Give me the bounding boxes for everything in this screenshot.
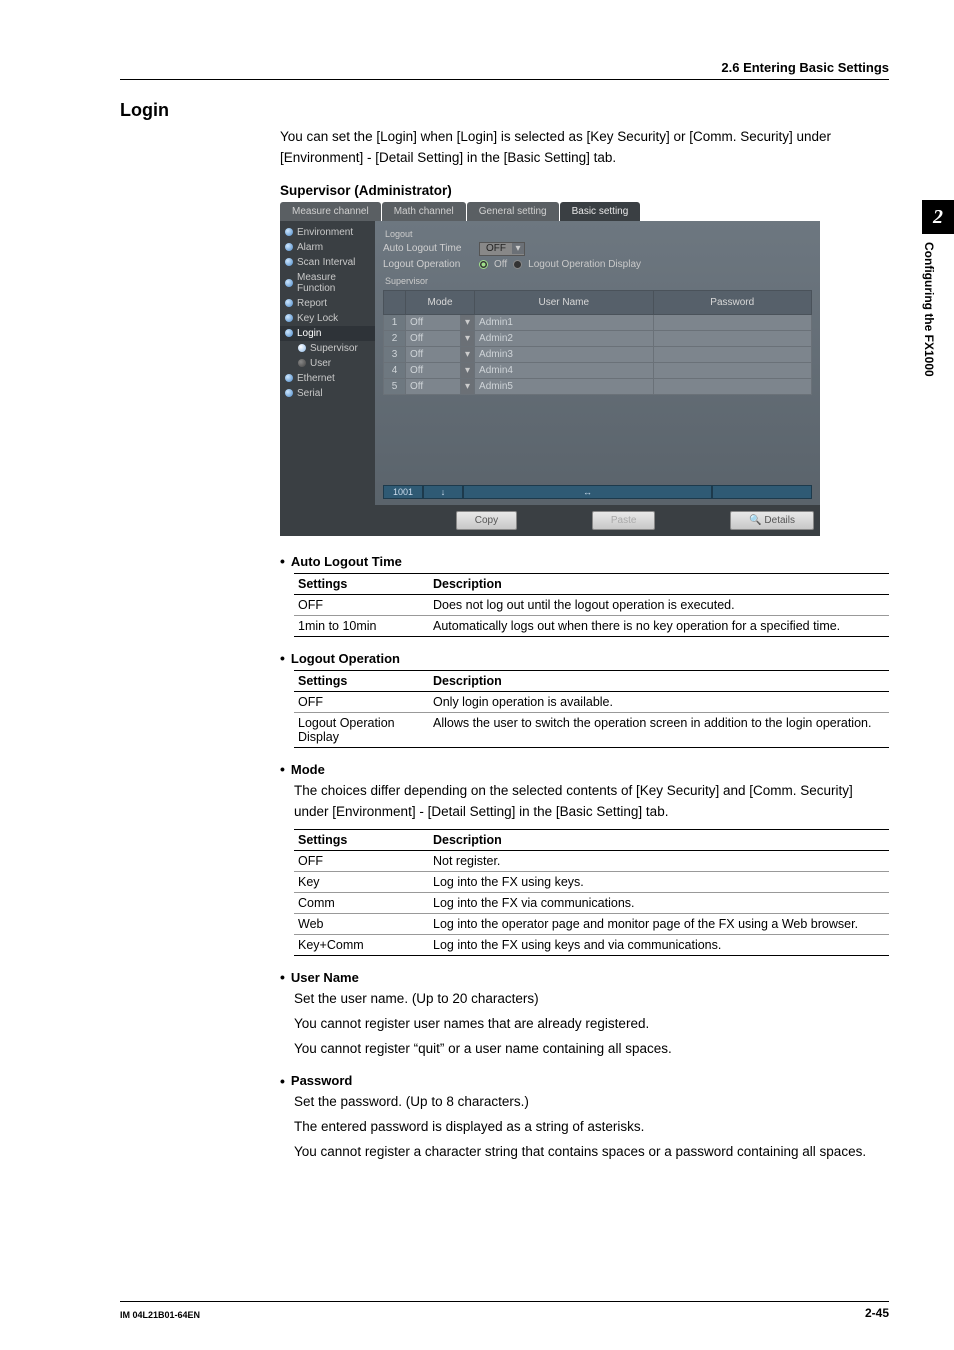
- password-line1: Set the password. (Up to 8 characters.): [294, 1092, 889, 1113]
- chevron-down-icon[interactable]: ▾: [461, 378, 475, 394]
- auto-logout-time-dropdown[interactable]: OFF ▾: [479, 242, 525, 256]
- tab-basic-setting[interactable]: Basic setting: [560, 202, 641, 221]
- bullet-icon: [285, 314, 293, 322]
- bullet-icon: [285, 389, 293, 397]
- radio-logout-display[interactable]: [513, 260, 522, 269]
- auto-logout-time-label: Auto Logout Time: [383, 243, 473, 254]
- chevron-down-icon[interactable]: ▾: [461, 314, 475, 330]
- bullet-icon: •: [280, 762, 285, 776]
- heading-user-name: User Name: [291, 970, 359, 985]
- sidebar-item-alarm[interactable]: Alarm: [280, 240, 375, 255]
- magnify-icon: 🔍: [749, 515, 761, 526]
- username-line3: You cannot register “quit” or a user nam…: [294, 1039, 889, 1060]
- bullet-icon: [285, 329, 293, 337]
- group-logout-label: Logout: [385, 229, 812, 239]
- heading-auto-logout-time: Auto Logout Time: [291, 554, 402, 569]
- tab-measure-channel[interactable]: Measure channel: [280, 202, 381, 221]
- group-supervisor-label: Supervisor: [385, 276, 812, 286]
- table-row[interactable]: 5Off▾Admin5: [384, 378, 812, 394]
- page-number: 2-45: [865, 1306, 889, 1320]
- heading-logout-operation: Logout Operation: [291, 651, 400, 666]
- settings-app: Measure channel Math channel General set…: [280, 202, 820, 536]
- details-button[interactable]: 🔍 Details: [730, 511, 814, 530]
- col-mode: Mode: [406, 290, 475, 314]
- table-row[interactable]: 2Off▾Admin2: [384, 330, 812, 346]
- selection-end[interactable]: [712, 485, 812, 499]
- tab-math-channel[interactable]: Math channel: [382, 202, 466, 221]
- sidebar-item-supervisor[interactable]: Supervisor: [280, 341, 375, 356]
- document-id: IM 04L21B01-64EN: [120, 1310, 200, 1320]
- bullet-icon: [285, 279, 293, 287]
- col-password: Password: [653, 290, 812, 314]
- bullet-icon: [285, 258, 293, 266]
- intro-text: You can set the [Login] when [Login] is …: [280, 127, 889, 169]
- bullet-icon: [298, 344, 306, 352]
- logout-operation-label: Logout Operation: [383, 259, 473, 270]
- bullet-icon: [298, 359, 306, 367]
- bullet-icon: [285, 228, 293, 236]
- bullet-icon: [285, 243, 293, 251]
- sidebar-item-environment[interactable]: Environment: [280, 225, 375, 240]
- auto-logout-table: SettingsDescription OFFDoes not log out …: [294, 573, 889, 637]
- sidebar-item-key-lock[interactable]: Key Lock: [280, 311, 375, 326]
- password-line3: You cannot register a character string t…: [294, 1142, 889, 1163]
- chapter-side-tab: 2 Configuring the FX1000: [922, 200, 954, 377]
- sidebar-item-serial[interactable]: Serial: [280, 386, 375, 401]
- chapter-number: 2: [922, 200, 954, 234]
- supervisor-table: Mode User Name Password 1Off▾Admin1 2Off…: [383, 290, 812, 395]
- mode-intro: The choices differ depending on the sele…: [294, 781, 889, 823]
- selection-footer: 1001 ↓ ↔: [383, 485, 812, 499]
- chapter-title: Configuring the FX1000: [922, 234, 936, 377]
- copy-button[interactable]: Copy: [456, 511, 517, 530]
- selection-start[interactable]: 1001: [383, 485, 423, 499]
- col-user-name: User Name: [475, 290, 653, 314]
- settings-pane: Logout Auto Logout Time OFF ▾ Logout Ope…: [375, 221, 820, 505]
- mode-table: SettingsDescription OFFNot register. Key…: [294, 829, 889, 956]
- heading-mode: Mode: [291, 762, 325, 777]
- settings-sidebar: Environment Alarm Scan Interval Measure …: [280, 221, 375, 505]
- chevron-down-icon[interactable]: ▾: [461, 346, 475, 362]
- paste-button[interactable]: Paste: [592, 511, 656, 530]
- breadcrumb: 2.6 Entering Basic Settings: [120, 60, 889, 75]
- bullet-icon: •: [280, 970, 285, 984]
- chevron-down-icon: ▾: [512, 243, 524, 254]
- radio-off[interactable]: [479, 260, 488, 269]
- logout-operation-table: SettingsDescription OFFOnly login operat…: [294, 670, 889, 748]
- sidebar-item-login[interactable]: Login: [280, 326, 375, 341]
- chevron-down-icon[interactable]: ▾: [461, 362, 475, 378]
- username-line1: Set the user name. (Up to 20 characters): [294, 989, 889, 1010]
- heading-password: Password: [291, 1073, 352, 1088]
- sidebar-item-user[interactable]: User: [280, 356, 375, 371]
- chevron-down-icon[interactable]: ▾: [461, 330, 475, 346]
- supervisor-heading: Supervisor (Administrator): [280, 183, 889, 198]
- username-line2: You cannot register user names that are …: [294, 1014, 889, 1035]
- bullet-icon: •: [280, 554, 285, 568]
- table-row[interactable]: 3Off▾Admin3: [384, 346, 812, 362]
- sidebar-item-report[interactable]: Report: [280, 296, 375, 311]
- sidebar-item-measure-function[interactable]: Measure Function: [280, 270, 375, 296]
- password-line2: The entered password is displayed as a s…: [294, 1117, 889, 1138]
- sidebar-item-ethernet[interactable]: Ethernet: [280, 371, 375, 386]
- bullet-icon: [285, 299, 293, 307]
- header-rule: [120, 79, 889, 80]
- table-row[interactable]: 1Off▾Admin1: [384, 314, 812, 330]
- section-title-login: Login: [120, 100, 889, 121]
- sidebar-item-scan-interval[interactable]: Scan Interval: [280, 255, 375, 270]
- bullet-icon: •: [280, 651, 285, 665]
- arrow-horiz-icon[interactable]: ↔: [463, 485, 712, 499]
- bullet-icon: •: [280, 1074, 285, 1088]
- arrow-down-icon[interactable]: ↓: [423, 485, 463, 499]
- bullet-icon: [285, 374, 293, 382]
- table-row[interactable]: 4Off▾Admin4: [384, 362, 812, 378]
- tab-general-setting[interactable]: General setting: [467, 202, 559, 221]
